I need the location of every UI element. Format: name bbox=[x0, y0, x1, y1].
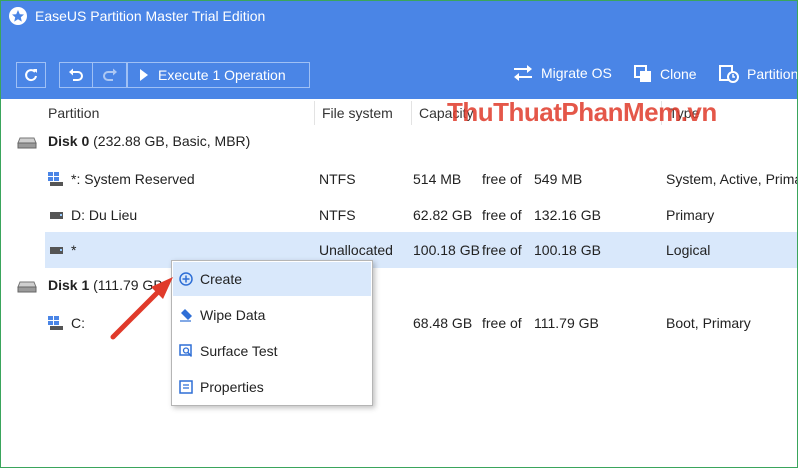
partition-total: 111.79 GB bbox=[534, 315, 599, 331]
hard-disk-icon bbox=[17, 137, 37, 149]
menu-item-label: Create bbox=[200, 271, 243, 287]
migrate-icon bbox=[514, 65, 532, 81]
partition-name: C: bbox=[71, 315, 85, 331]
migrate-os-button[interactable]: Migrate OS bbox=[513, 65, 612, 81]
partition-type: Primary bbox=[666, 207, 715, 223]
clone-icon bbox=[634, 65, 651, 82]
free-of-label: free of bbox=[482, 242, 522, 258]
disk-name: Disk 0 bbox=[48, 133, 90, 149]
partition-name: *: System Reserved bbox=[71, 171, 195, 187]
menu-item-surface-test[interactable]: Surface Test bbox=[173, 334, 371, 368]
watermark-text: ThuThuatPhanMem.vn bbox=[447, 97, 717, 127]
app-window: EaseUS Partition Master Trial Edition Ex… bbox=[0, 0, 798, 468]
partition-free: 62.82 GB bbox=[413, 207, 473, 223]
menu-item-label: Properties bbox=[200, 379, 264, 395]
title-toolbar-area: EaseUS Partition Master Trial Edition Ex… bbox=[1, 1, 797, 99]
partition-type: Logical bbox=[666, 242, 711, 258]
partition-label: Partition bbox=[747, 66, 798, 82]
menu-item-label: Wipe Data bbox=[200, 307, 266, 323]
partition-row[interactable]: D: Du Lieu NTFS 62.82 GB free of 132.16 … bbox=[1, 197, 797, 233]
partition-filesystem: NTFS bbox=[319, 171, 356, 187]
partition-filesystem: Unallocated bbox=[319, 242, 393, 258]
partition-row[interactable]: *: System Reserved NTFS 514 MB free of 5… bbox=[1, 161, 797, 197]
hard-disk-icon bbox=[17, 281, 37, 293]
partition-type: System, Active, Primar bbox=[666, 171, 798, 187]
column-filesystem[interactable]: File system bbox=[322, 105, 393, 121]
surface-test-icon bbox=[179, 344, 193, 357]
menu-item-create[interactable]: Create bbox=[173, 262, 371, 296]
redo-button[interactable] bbox=[93, 62, 127, 88]
menu-item-properties[interactable]: Properties bbox=[173, 370, 371, 404]
context-menu: Create Wipe Data Surface Test Properties bbox=[171, 260, 373, 406]
column-partition[interactable]: Partition bbox=[48, 105, 99, 121]
partition-total: 100.18 GB bbox=[534, 242, 601, 258]
annotation-arrow-icon bbox=[110, 277, 173, 340]
eraser-icon bbox=[180, 309, 192, 322]
free-of-label: free of bbox=[482, 315, 522, 331]
column-divider[interactable] bbox=[314, 101, 315, 125]
disk-name: Disk 1 bbox=[48, 277, 90, 293]
drive-partition-icon bbox=[50, 212, 63, 219]
disk-row[interactable]: Disk 0 (232.88 GB, Basic, MBR) bbox=[1, 125, 797, 161]
free-of-label: free of bbox=[482, 207, 522, 223]
partition-name: D: Du Lieu bbox=[71, 207, 138, 223]
undo-button[interactable] bbox=[59, 62, 93, 88]
window-title: EaseUS Partition Master Trial Edition bbox=[35, 8, 266, 24]
migrate-label: Migrate OS bbox=[541, 65, 612, 81]
partition-total: 549 MB bbox=[534, 171, 583, 187]
play-icon bbox=[140, 69, 148, 81]
partition-filesystem: NTFS bbox=[319, 207, 356, 223]
clone-label: Clone bbox=[660, 66, 697, 82]
refresh-button[interactable] bbox=[16, 62, 46, 88]
plus-circle-icon bbox=[179, 272, 193, 286]
partition-total: 132.16 GB bbox=[534, 207, 601, 223]
disk-info: (232.88 GB, Basic, MBR) bbox=[93, 133, 251, 149]
partition-free: 100.18 GB bbox=[413, 242, 480, 258]
partition-type: Boot, Primary bbox=[666, 315, 751, 331]
easeus-logo-icon bbox=[9, 7, 27, 25]
windows-partition-icon bbox=[48, 316, 63, 330]
redo-icon bbox=[102, 68, 117, 81]
execute-label: Execute 1 Operation bbox=[158, 67, 286, 83]
windows-partition-icon bbox=[48, 172, 63, 186]
partition-free: 68.48 GB bbox=[413, 315, 473, 331]
free-of-label: free of bbox=[482, 171, 522, 187]
partition-recovery-icon bbox=[719, 65, 739, 83]
menu-item-label: Surface Test bbox=[200, 343, 278, 359]
drive-partition-icon bbox=[50, 247, 63, 254]
partition-free: 514 MB bbox=[413, 171, 462, 187]
properties-icon bbox=[179, 380, 193, 394]
partition-button[interactable]: Partition bbox=[719, 65, 798, 83]
clone-button[interactable]: Clone bbox=[634, 65, 697, 83]
undo-icon bbox=[69, 68, 83, 81]
execute-operation-button[interactable]: Execute 1 Operation bbox=[127, 62, 310, 88]
partition-row-selected[interactable]: * Unallocated 100.18 GB free of 100.18 G… bbox=[45, 232, 797, 268]
menu-item-wipe-data[interactable]: Wipe Data bbox=[173, 298, 371, 332]
refresh-icon bbox=[25, 69, 37, 82]
partition-name: * bbox=[71, 242, 77, 258]
column-divider[interactable] bbox=[411, 101, 412, 125]
